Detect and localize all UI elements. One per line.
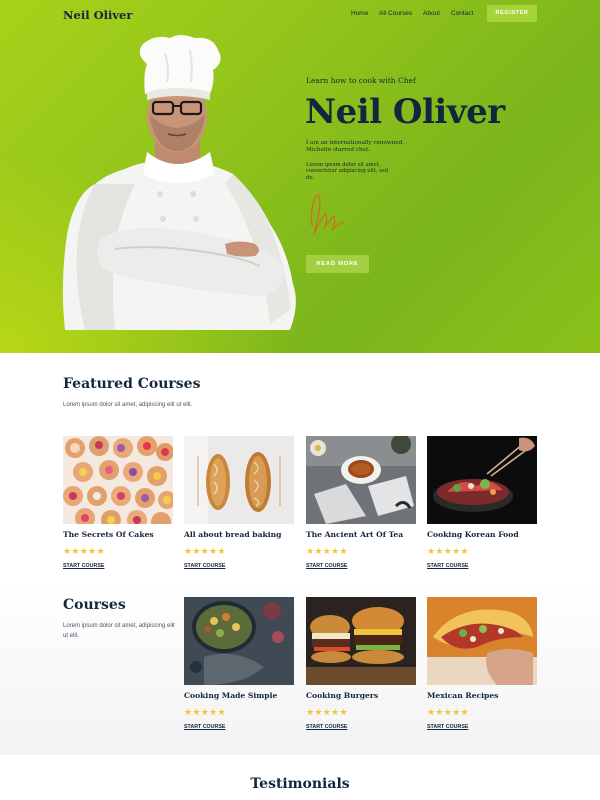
cakes-image — [63, 436, 173, 524]
course-card[interactable]: Mexican Recipes ★★★★★ START COURSE — [427, 597, 537, 730]
course-title[interactable]: The Ancient Art Of Tea — [306, 530, 403, 539]
read-more-button[interactable]: READ MORE — [306, 255, 369, 273]
rating-stars: ★★★★★ — [427, 708, 469, 718]
featured-courses-title: Featured Courses — [63, 376, 201, 392]
hero-description: Lorem ipsum dolor sit amet, consectetur … — [306, 162, 389, 181]
course-title[interactable]: Cooking Made Simple — [184, 691, 277, 700]
start-course-link[interactable]: START COURSE — [306, 563, 347, 569]
courses-title: Courses — [63, 597, 126, 613]
start-course-link[interactable]: START COURSE — [427, 563, 468, 569]
course-title[interactable]: All about bread baking — [184, 530, 282, 539]
featured-courses-subtitle: Lorem ipsum dolor sit amet, adipiscing e… — [63, 402, 193, 408]
hero-intro: I am an internationally renowned, Michel… — [306, 140, 405, 153]
course-card[interactable]: Cooking Burgers ★★★★★ START COURSE — [306, 597, 416, 730]
course-card[interactable]: The Secrets Of Cakes ★★★★★ START COURSE — [63, 436, 173, 569]
course-card[interactable]: The Ancient Art Of Tea ★★★★★ START COURS… — [306, 436, 416, 569]
bread-image — [184, 436, 294, 524]
start-course-link[interactable]: START COURSE — [427, 724, 468, 730]
rating-stars: ★★★★★ — [306, 708, 348, 718]
chef-portrait-image — [62, 35, 296, 330]
rating-stars: ★★★★★ — [184, 708, 226, 718]
testimonials-title: Testimonials — [250, 776, 350, 792]
course-title[interactable]: Cooking Korean Food — [427, 530, 519, 539]
course-title[interactable]: Cooking Burgers — [306, 691, 378, 700]
mexican-recipes-image — [427, 597, 537, 685]
start-course-link[interactable]: START COURSE — [184, 724, 225, 730]
hero-chef-name: Neil Oliver — [305, 92, 505, 132]
site-logo[interactable]: Neil Oliver — [63, 8, 132, 22]
tea-image — [306, 436, 416, 524]
register-button[interactable]: REGISTER — [487, 5, 537, 22]
nav-link-about[interactable]: About — [423, 10, 440, 17]
rating-stars: ★★★★★ — [184, 547, 226, 557]
top-nav: Neil Oliver Home All Courses About Conta… — [0, 0, 600, 28]
course-card[interactable]: Cooking Made Simple ★★★★★ START COURSE — [184, 597, 294, 730]
nav-link-contact[interactable]: Contact — [451, 10, 473, 17]
nav-link-all-courses[interactable]: All Courses — [379, 10, 412, 17]
courses-subtitle: Lorem ipsum dolor sit amet, adipiscing e… — [63, 623, 175, 639]
korean-food-image — [427, 436, 537, 524]
course-card[interactable]: Cooking Korean Food ★★★★★ START COURSE — [427, 436, 537, 569]
nav-link-home[interactable]: Home — [351, 10, 368, 17]
cooking-simple-image — [184, 597, 294, 685]
signature-image — [310, 194, 345, 235]
start-course-link[interactable]: START COURSE — [63, 563, 104, 569]
rating-stars: ★★★★★ — [63, 547, 105, 557]
start-course-link[interactable]: START COURSE — [306, 724, 347, 730]
rating-stars: ★★★★★ — [427, 547, 469, 557]
start-course-link[interactable]: START COURSE — [184, 563, 225, 569]
course-title[interactable]: The Secrets Of Cakes — [63, 530, 154, 539]
rating-stars: ★★★★★ — [306, 547, 348, 557]
hero-eyebrow: Learn how to cook with Chef — [306, 76, 416, 85]
course-title[interactable]: Mexican Recipes — [427, 691, 498, 700]
course-card[interactable]: All about bread baking ★★★★★ START COURS… — [184, 436, 294, 569]
burgers-image — [306, 597, 416, 685]
